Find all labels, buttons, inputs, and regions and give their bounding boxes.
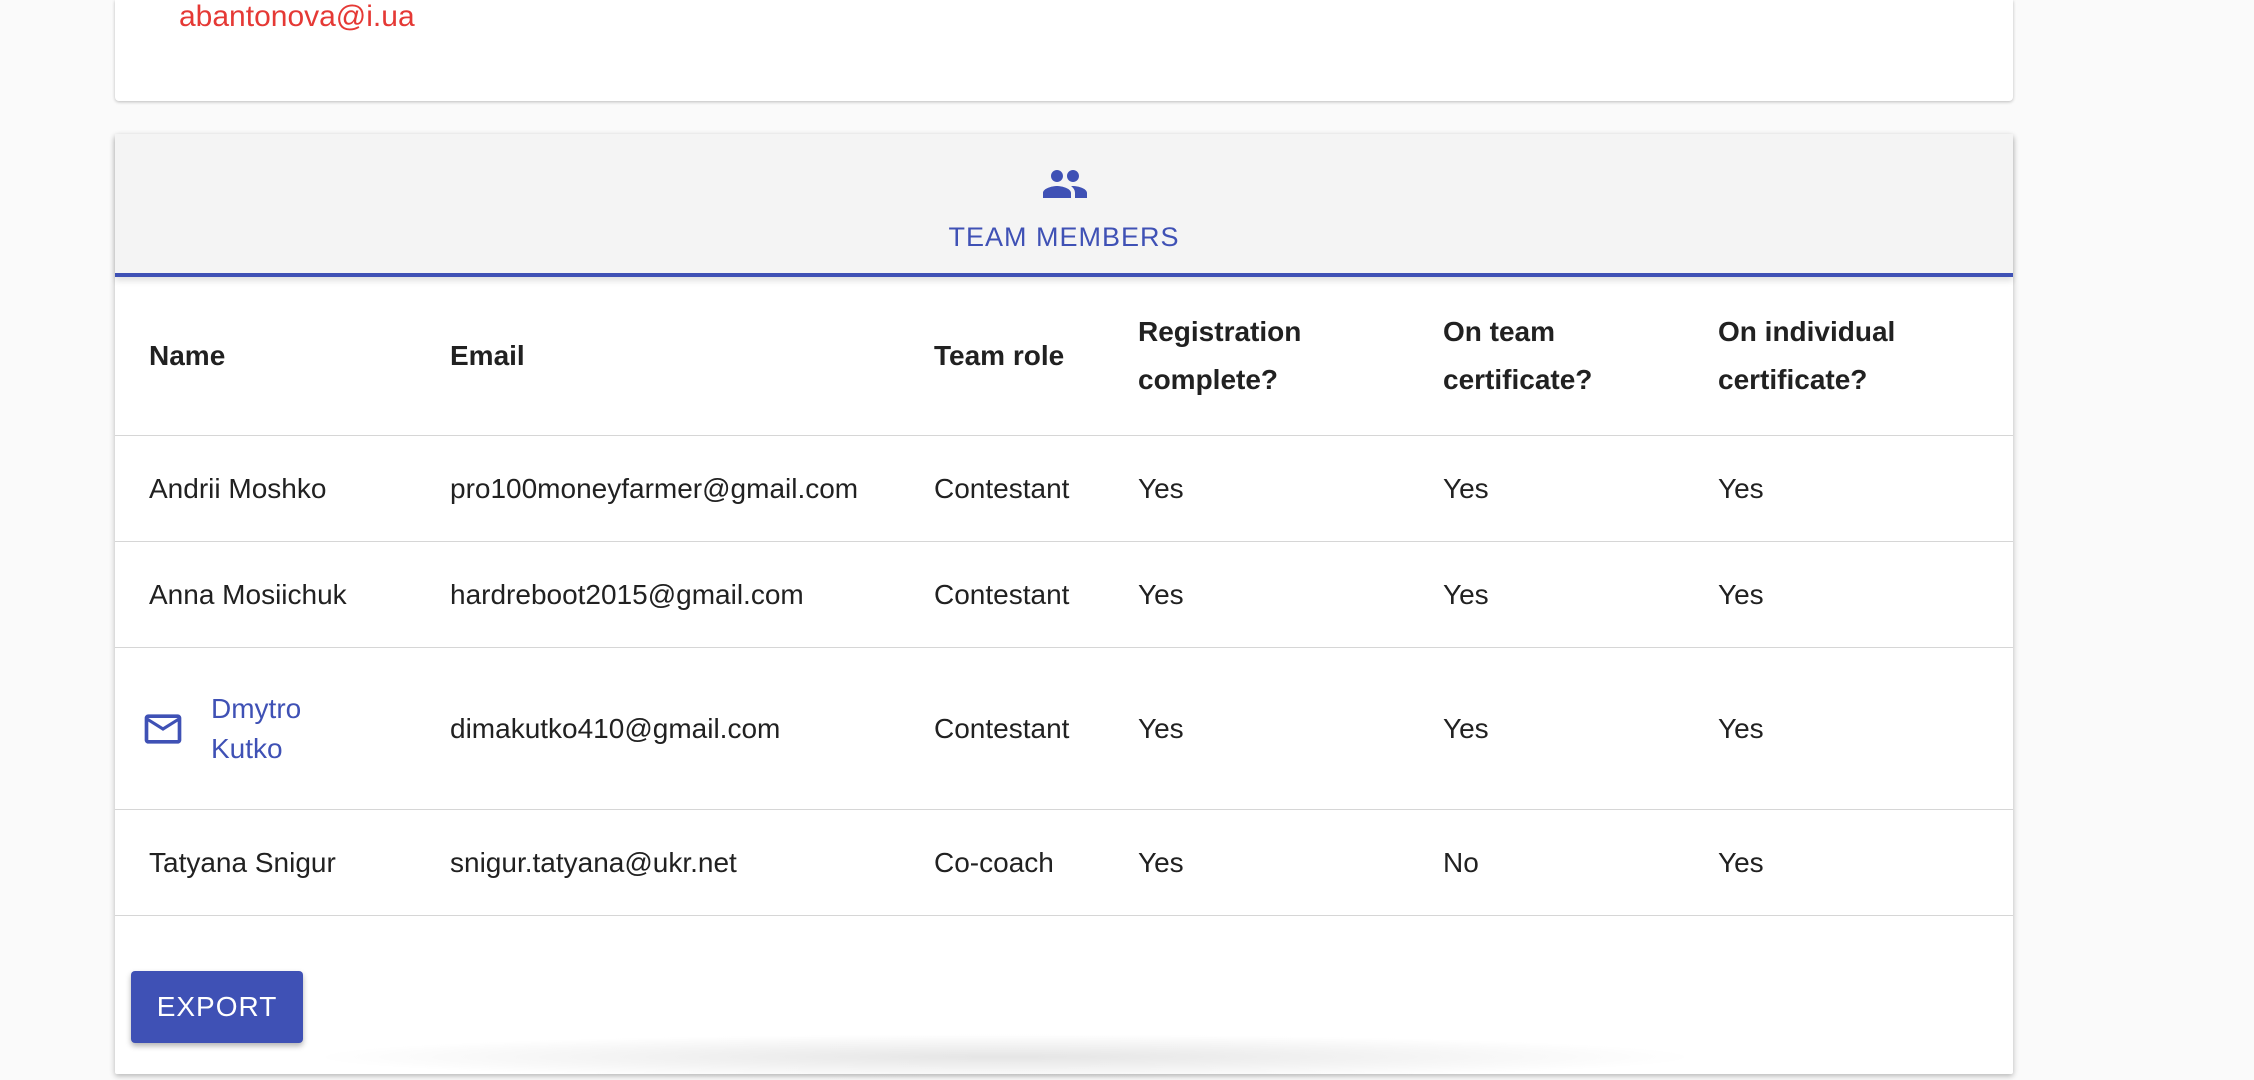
contact-card: abantonova@i.ua [115,0,2013,101]
table-row: Andrii Moshko pro100moneyfarmer@gmail.co… [115,435,2013,542]
table-header-row: Name Email Team role Registration complet… [115,277,2013,436]
member-name: Tatyana Snigur [115,809,450,916]
member-name[interactable]: Dmytro Kutko [211,689,321,769]
people-icon [1043,170,1087,198]
tab-label: TEAM MEMBERS [948,222,1180,252]
member-email: dimakutko410@gmail.com [450,647,934,810]
tab-team-members[interactable]: TEAM MEMBERS [115,134,2013,277]
member-role: Contestant [934,435,1138,542]
member-role: Co-coach [934,809,1138,916]
member-registration: Yes [1138,809,1443,916]
member-team-certificate: Yes [1443,541,1718,648]
member-individual-certificate: Yes [1718,809,2013,916]
column-header-individual-certificate: On individual certificate? [1718,277,2013,436]
member-registration: Yes [1138,435,1443,542]
member-registration: Yes [1138,647,1443,810]
decorative-shadow [305,1034,1705,1080]
member-contact-link[interactable]: Dmytro Kutko [115,689,450,769]
export-button[interactable]: EXPORT [131,971,303,1043]
member-name: Andrii Moshko [115,435,450,542]
member-team-certificate: No [1443,809,1718,916]
team-members-card: TEAM MEMBERS Name Email Team role Regist… [115,134,2013,1080]
member-email: hardreboot2015@gmail.com [450,541,934,648]
table-row: Tatyana Snigur snigur.tatyana@ukr.net Co… [115,809,2013,916]
column-header-name: Name [115,277,450,436]
table-row: Dmytro Kutko dimakutko410@gmail.com Cont… [115,647,2013,810]
column-header-team-certificate: On team certificate? [1443,277,1718,436]
member-individual-certificate: Yes [1718,541,2013,648]
mail-icon [144,713,182,744]
member-role: Contestant [934,541,1138,648]
team-members-table: Name Email Team role Registration complet… [115,277,2013,916]
column-header-role: Team role [934,277,1138,436]
contact-email-link[interactable]: abantonova@i.ua [179,0,415,34]
column-header-email: Email [450,277,934,436]
member-team-certificate: Yes [1443,647,1718,810]
member-registration: Yes [1138,541,1443,648]
member-individual-certificate: Yes [1718,435,2013,542]
member-email: pro100moneyfarmer@gmail.com [450,435,934,542]
member-individual-certificate: Yes [1718,647,2013,810]
member-role: Contestant [934,647,1138,810]
member-team-certificate: Yes [1443,435,1718,542]
member-name: Anna Mosiichuk [115,541,450,648]
table-row: Anna Mosiichuk hardreboot2015@gmail.com … [115,541,2013,648]
member-name-cell: Dmytro Kutko [115,647,450,810]
member-email: snigur.tatyana@ukr.net [450,809,934,916]
column-header-registration: Registration complete? [1138,277,1443,436]
